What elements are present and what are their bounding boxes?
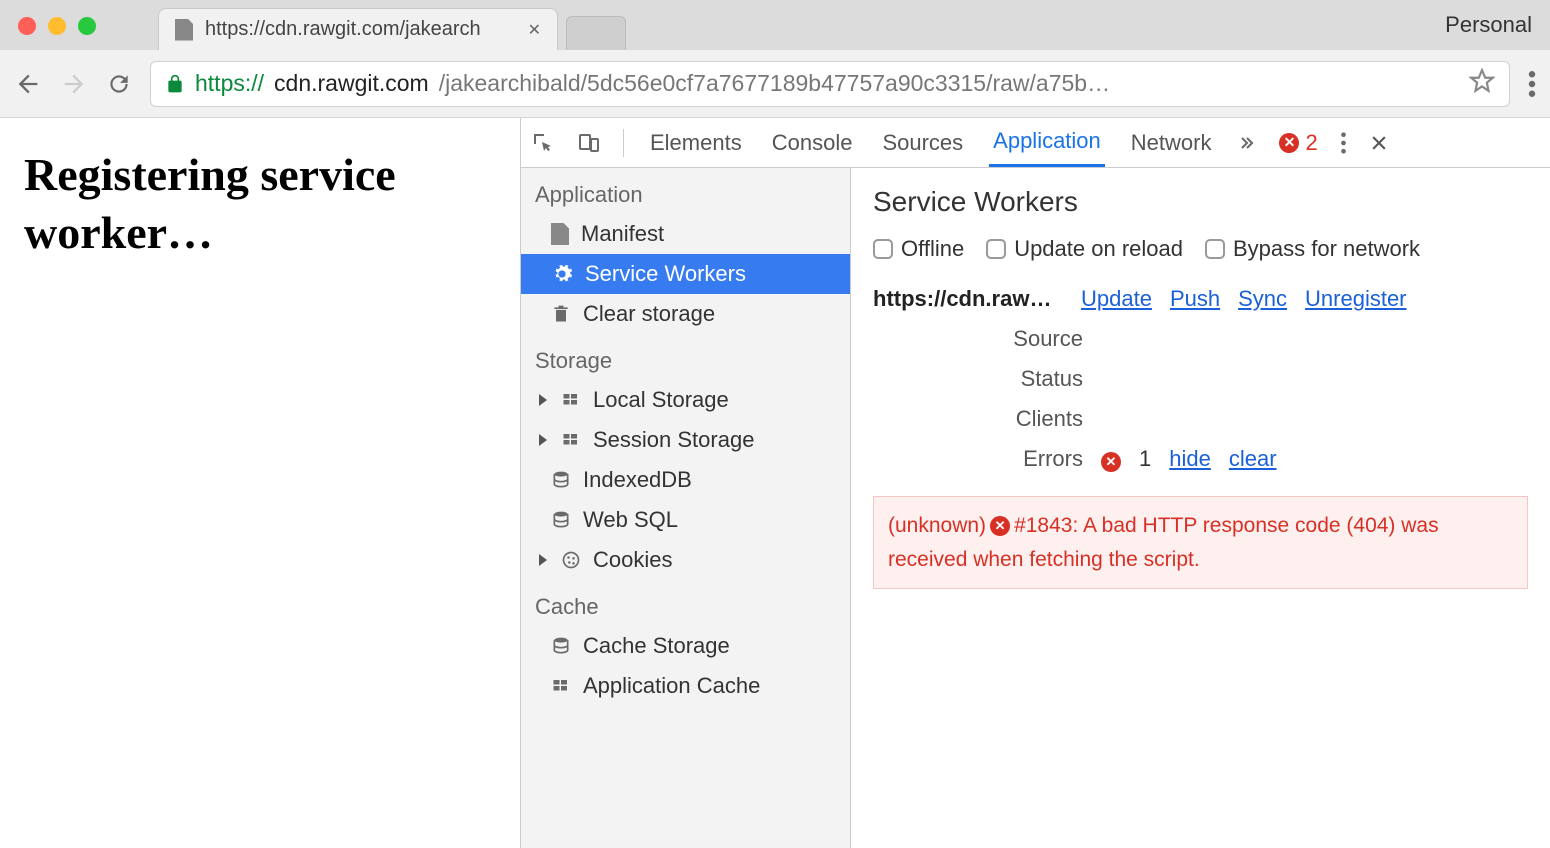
tab-console[interactable]: Console <box>768 118 857 167</box>
bypass-for-network-checkbox[interactable]: Bypass for network <box>1205 236 1420 262</box>
devtools-panel: Elements Console Sources Application Net… <box>520 118 1550 848</box>
more-tabs-icon[interactable] <box>1237 133 1257 153</box>
sidebar-header-cache: Cache <box>521 580 850 626</box>
back-button[interactable] <box>14 70 42 98</box>
page-icon <box>175 19 193 41</box>
error-badge-icon: ✕ <box>990 516 1010 536</box>
devtools-menu-icon[interactable] <box>1340 132 1347 154</box>
sw-clients-label: Clients <box>873 406 1083 432</box>
browser-tab[interactable]: https://cdn.rawgit.com/jakearch ✕ <box>158 8 558 50</box>
page-heading: Registering service worker… <box>24 146 496 261</box>
table-icon <box>561 431 581 449</box>
window-maximize-icon[interactable] <box>78 17 96 35</box>
sw-unregister-link[interactable]: Unregister <box>1305 286 1406 312</box>
sidebar-item-indexeddb[interactable]: IndexedDB <box>521 460 850 500</box>
service-workers-panel: Service Workers Offline Update on reload… <box>851 168 1550 848</box>
profile-label[interactable]: Personal <box>1445 12 1532 38</box>
sidebar-item-application-cache[interactable]: Application Cache <box>521 666 850 706</box>
trash-icon <box>551 303 571 325</box>
sw-clear-errors-link[interactable]: clear <box>1229 446 1277 472</box>
sidebar-item-cookies[interactable]: Cookies <box>521 540 850 580</box>
sw-error-message: (unknown)✕#1843: A bad HTTP response cod… <box>873 496 1528 589</box>
sidebar-item-clear-storage[interactable]: Clear storage <box>521 294 850 334</box>
sw-error-count: 1 <box>1139 446 1151 472</box>
window-close-icon[interactable] <box>18 17 36 35</box>
sidebar-item-websql[interactable]: Web SQL <box>521 500 850 540</box>
table-icon <box>561 391 581 409</box>
tab-elements[interactable]: Elements <box>646 118 746 167</box>
sidebar-item-cache-storage[interactable]: Cache Storage <box>521 626 850 666</box>
sidebar-item-local-storage[interactable]: Local Storage <box>521 380 850 420</box>
expand-arrow-icon[interactable] <box>539 434 547 446</box>
bookmark-star-icon[interactable] <box>1469 68 1495 100</box>
sw-errors-label: Errors <box>873 446 1083 472</box>
new-tab-button[interactable] <box>566 16 626 50</box>
error-badge-icon: ✕ <box>1101 452 1121 472</box>
error-badge-icon: ✕ <box>1279 133 1299 153</box>
sidebar-item-session-storage[interactable]: Session Storage <box>521 420 850 460</box>
tab-sources[interactable]: Sources <box>878 118 967 167</box>
browser-toolbar: https:// cdn.rawgit.com/jakearchibald/5dc… <box>0 50 1550 118</box>
tab-close-icon[interactable]: ✕ <box>528 20 541 40</box>
window-titlebar: https://cdn.rawgit.com/jakearch ✕ Person… <box>0 0 1550 50</box>
page-content: Registering service worker… <box>0 118 520 848</box>
window-minimize-icon[interactable] <box>48 17 66 35</box>
url-host: cdn.rawgit.com <box>274 70 429 97</box>
database-icon <box>551 470 571 490</box>
cookie-icon <box>561 550 581 570</box>
tab-application[interactable]: Application <box>989 118 1105 167</box>
update-on-reload-checkbox[interactable]: Update on reload <box>986 236 1183 262</box>
forward-button[interactable] <box>60 70 88 98</box>
device-toggle-icon[interactable] <box>577 131 601 155</box>
sw-panel-title: Service Workers <box>873 186 1528 218</box>
sidebar-header-application: Application <box>521 168 850 214</box>
database-icon <box>551 636 571 656</box>
url-scheme: https:// <box>195 70 264 97</box>
devtools-tabstrip: Elements Console Sources Application Net… <box>521 118 1550 168</box>
traffic-lights <box>18 17 96 35</box>
database-icon <box>551 510 571 530</box>
application-sidebar: Application Manifest Service Workers Cle… <box>521 168 851 848</box>
tab-network[interactable]: Network <box>1127 118 1216 167</box>
sidebar-header-storage: Storage <box>521 334 850 380</box>
sw-origin: https://cdn.rawg… <box>873 286 1063 312</box>
expand-arrow-icon[interactable] <box>539 394 547 406</box>
sw-status-label: Status <box>873 366 1083 392</box>
url-path: /jakearchibald/5dc56e0cf7a7677189b47757a… <box>439 70 1110 97</box>
lock-icon <box>165 73 185 95</box>
tab-title: https://cdn.rawgit.com/jakearch <box>205 18 481 41</box>
address-bar[interactable]: https:// cdn.rawgit.com/jakearchibald/5dc… <box>150 61 1510 107</box>
gear-icon <box>551 263 573 285</box>
sw-push-link[interactable]: Push <box>1170 286 1220 312</box>
inspect-element-icon[interactable] <box>531 131 555 155</box>
sw-sync-link[interactable]: Sync <box>1238 286 1287 312</box>
reload-button[interactable] <box>106 71 132 97</box>
error-counter[interactable]: ✕2 <box>1279 130 1317 156</box>
sw-hide-errors-link[interactable]: hide <box>1169 446 1211 472</box>
sw-update-link[interactable]: Update <box>1081 286 1152 312</box>
table-icon <box>551 677 571 695</box>
sidebar-item-service-workers[interactable]: Service Workers <box>521 254 850 294</box>
sidebar-item-manifest[interactable]: Manifest <box>521 214 850 254</box>
browser-menu-button[interactable] <box>1528 71 1536 97</box>
file-icon <box>551 223 569 245</box>
devtools-close-icon[interactable] <box>1369 133 1389 153</box>
sw-source-label: Source <box>873 326 1083 352</box>
offline-checkbox[interactable]: Offline <box>873 236 964 262</box>
expand-arrow-icon[interactable] <box>539 554 547 566</box>
